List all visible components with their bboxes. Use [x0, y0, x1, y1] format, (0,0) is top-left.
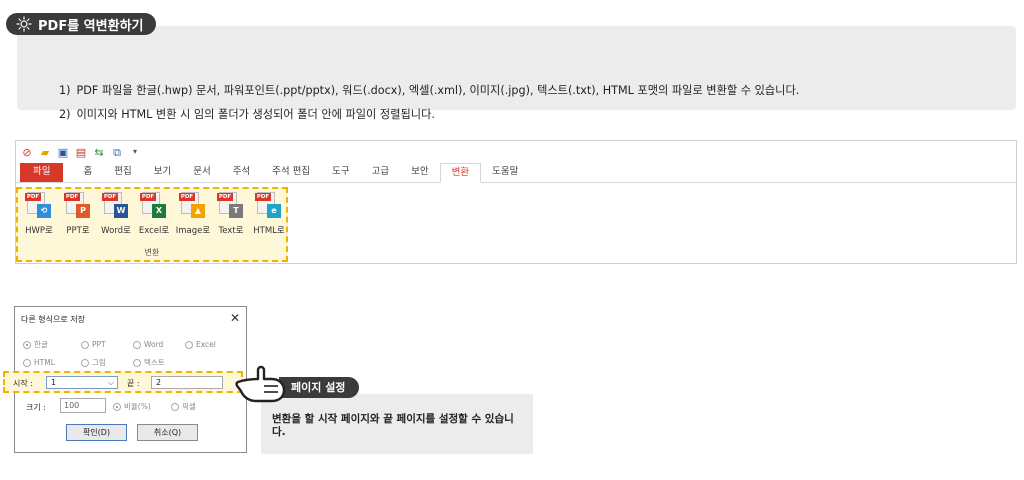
- tab-document[interactable]: 문서: [182, 163, 221, 182]
- size-pixel-radio[interactable]: 픽셀: [171, 401, 196, 412]
- ribbon-tabs: 파일 홈 편집 보기 문서 주석 주석 편집 도구 고급 보안 변환 도움말: [16, 163, 1016, 183]
- html-convert-button[interactable]: PDF e HTML로: [250, 192, 288, 236]
- tip-title: PDF를 역변환하기: [38, 18, 144, 34]
- end-page-input[interactable]: 2: [151, 376, 223, 389]
- format-image-radio[interactable]: 그림: [81, 357, 133, 368]
- tab-home[interactable]: 홈: [63, 163, 103, 182]
- size-label: 크기 :: [26, 403, 46, 412]
- tab-help[interactable]: 도움말: [481, 163, 529, 182]
- convert-icon[interactable]: ⇆: [92, 145, 106, 159]
- format-ppt-radio[interactable]: PPT: [81, 339, 133, 350]
- text-convert-button[interactable]: PDF T Text로: [212, 192, 250, 236]
- format-hwp-radio[interactable]: 한글: [23, 339, 81, 350]
- format-html-radio[interactable]: HTML: [23, 357, 81, 368]
- hwp-convert-icon: PDF ⟲: [25, 192, 53, 220]
- tip-badge: PDF를 역변환하기: [6, 13, 156, 35]
- tab-view[interactable]: 보기: [143, 163, 182, 182]
- save-icon[interactable]: ▣: [56, 145, 70, 159]
- excel-convert-button[interactable]: PDF X Excel로: [135, 192, 173, 236]
- html-convert-icon: PDF e: [255, 192, 283, 220]
- size-input[interactable]: 100: [60, 398, 106, 413]
- tab-convert[interactable]: 변환: [439, 163, 482, 183]
- word-convert-icon: PDF W: [102, 192, 130, 220]
- callout-tag: 페이지 설정: [279, 377, 360, 398]
- tip-box: 1) PDF 파일을 한글(.hwp) 문서, 파워포인트(.ppt/pptx),…: [17, 26, 1016, 121]
- image-convert-icon: PDF ▲: [179, 192, 207, 220]
- hwp-convert-button[interactable]: PDF ⟲ HWP로: [20, 192, 58, 236]
- size-row: 크기 : 100 비율(%) 픽셀: [18, 398, 238, 416]
- ok-button[interactable]: 확인(D): [66, 424, 127, 441]
- end-label: 끝 :: [127, 379, 140, 388]
- tip-line-1: 1) PDF 파일을 한글(.hwp) 문서, 파워포인트(.ppt/pptx),…: [59, 84, 800, 97]
- format-word-radio[interactable]: Word: [133, 339, 185, 350]
- text-convert-icon: PDF T: [217, 192, 245, 220]
- ppt-convert-button[interactable]: PDF P PPT로: [59, 192, 97, 236]
- tab-comment[interactable]: 주석: [222, 163, 261, 182]
- format-row-2: HTML 그림 텍스트: [23, 357, 165, 368]
- chevron-down-icon: ⌵: [107, 378, 114, 387]
- tab-tools[interactable]: 도구: [321, 163, 360, 182]
- print-icon[interactable]: ▤: [74, 145, 88, 159]
- tab-security[interactable]: 보안: [400, 163, 439, 182]
- excel-convert-icon: PDF X: [140, 192, 168, 220]
- close-icon[interactable]: ✕: [230, 311, 240, 325]
- open-folder-icon[interactable]: ▰: [38, 145, 52, 159]
- pointing-hand-icon: [235, 365, 286, 403]
- copy-icon[interactable]: ⧉: [110, 145, 124, 159]
- cancel-button[interactable]: 취소(Q): [137, 424, 198, 441]
- callout-text: 변환을 할 시작 페이지와 끝 페이지를 설정할 수 있습니다.: [272, 413, 514, 438]
- tip-line-2: 2) 이미지와 HTML 변환 시 임의 폴더가 생성되어 폴더 안에 파일이 정…: [59, 108, 435, 121]
- word-convert-button[interactable]: PDF W Word로: [97, 192, 135, 236]
- convert-group: PDF ⟲ HWP로 PDF P PPT로 PDF W Word로 PDF X …: [16, 187, 288, 262]
- convert-group-label: 변환: [144, 248, 160, 257]
- customize-dropdown-icon[interactable]: ▾: [128, 145, 142, 159]
- format-excel-radio[interactable]: Excel: [185, 339, 216, 350]
- ppt-convert-icon: PDF P: [64, 192, 92, 220]
- tab-file[interactable]: 파일: [20, 163, 64, 182]
- format-text-radio[interactable]: 텍스트: [133, 357, 165, 368]
- quick-access-toolbar: ⊘ ▰ ▣ ▤ ⇆ ⧉ ▾: [20, 144, 142, 160]
- tab-edit[interactable]: 편집: [103, 163, 142, 182]
- size-ratio-radio[interactable]: 비율(%): [113, 401, 151, 412]
- format-row-1: 한글 PPT Word Excel: [23, 339, 216, 350]
- page-range-row: 시작 : 1 ⌵ 끝 : 2: [3, 371, 243, 393]
- tab-advanced[interactable]: 고급: [361, 163, 400, 182]
- dialog-title: 다른 형식으로 저장: [21, 315, 85, 324]
- tab-comment-edit[interactable]: 주석 편집: [261, 163, 321, 182]
- lightbulb-icon: [16, 16, 32, 32]
- ribbon-window: ⊘ ▰ ▣ ▤ ⇆ ⧉ ▾ 파일 홈 편집 보기 문서 주석 주석 편집 도구 …: [15, 140, 1017, 264]
- image-convert-button[interactable]: PDF ▲ Image로: [174, 192, 212, 236]
- start-page-select[interactable]: 1 ⌵: [46, 376, 118, 389]
- pdf-app-icon[interactable]: ⊘: [20, 145, 34, 159]
- start-label: 시작 :: [13, 379, 33, 388]
